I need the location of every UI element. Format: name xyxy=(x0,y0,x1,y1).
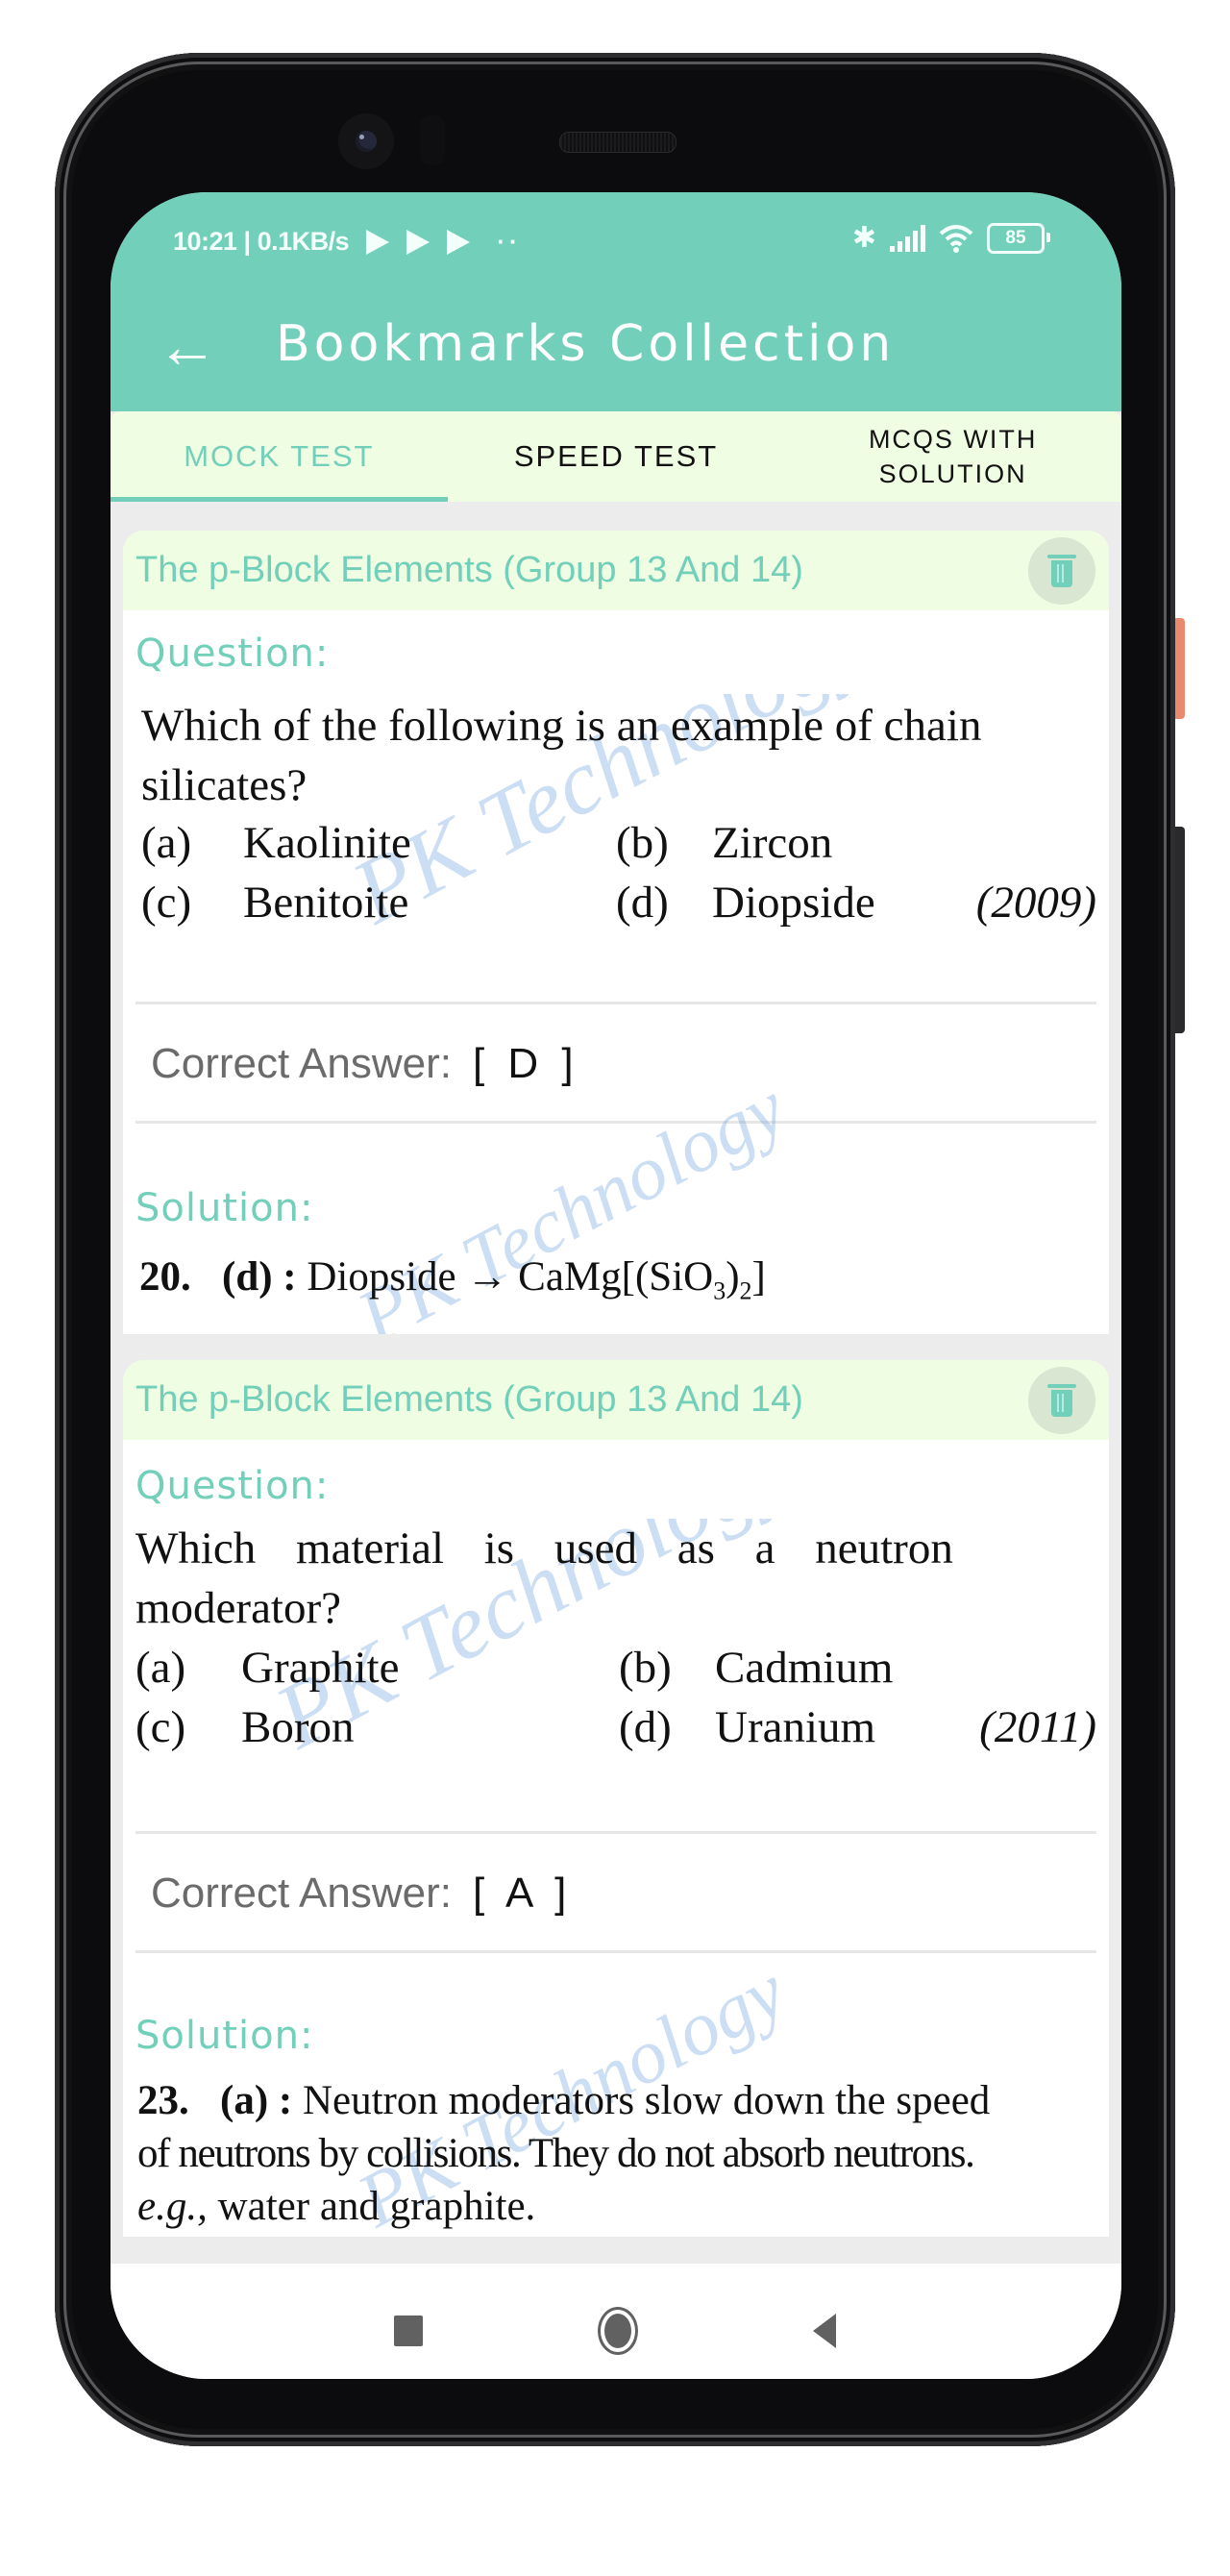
option-d-text: Diopside xyxy=(712,878,875,928)
question-line: moderator? xyxy=(135,1583,342,1633)
correct-answer-label: Correct Answer: xyxy=(151,1040,452,1087)
trash-icon xyxy=(1047,1384,1076,1417)
signal-icon xyxy=(890,225,925,252)
divider xyxy=(135,1121,1096,1124)
screen: 10:21 | 0.1KB/s ·· ✱ 85 ← Bookmarks Coll… xyxy=(111,192,1121,2379)
solution-text-end: ] xyxy=(751,1254,766,1300)
correct-answer-value: [ A ] xyxy=(472,1870,573,1917)
question-image: PK Technology Which of the following is … xyxy=(135,694,1096,969)
option-d-text: Uranium xyxy=(715,1702,876,1752)
home-icon xyxy=(598,2307,638,2355)
divider xyxy=(135,1831,1096,1834)
question-year: (2009) xyxy=(975,878,1096,928)
solution-number: 23. xyxy=(137,2078,189,2123)
more-notifications-icon: ·· xyxy=(497,227,522,256)
option-a-text: Kaolinite xyxy=(243,818,411,868)
app-bar: 10:21 | 0.1KB/s ·· ✱ 85 ← Bookmarks Coll… xyxy=(111,192,1121,411)
solution-line3: water and graphite. xyxy=(217,2184,536,2229)
earpiece-speaker xyxy=(559,132,676,153)
question-image: PK Technology Which material is used as … xyxy=(135,1519,1096,1797)
solution-key: (a) : xyxy=(220,2078,293,2123)
option-c-key: (c) xyxy=(135,1702,186,1752)
recent-apps-button[interactable] xyxy=(380,2302,437,2360)
front-camera-icon xyxy=(338,113,394,169)
battery-icon: 85 xyxy=(987,223,1050,254)
chapter-title: The p-Block Elements (Group 13 And 14) xyxy=(135,1379,803,1420)
correct-answer: Correct Answer: [ D ] xyxy=(151,1040,579,1088)
question-line: Which of the following is an example of … xyxy=(141,701,982,751)
option-a-key: (a) xyxy=(135,1643,186,1693)
card-header: The p-Block Elements (Group 13 And 14) xyxy=(123,531,1109,610)
home-button[interactable] xyxy=(589,2302,647,2360)
tab-speed-test[interactable]: SPEED TEST xyxy=(448,411,785,502)
option-b-key: (b) xyxy=(619,1643,672,1693)
bookmark-list[interactable]: The p-Block Elements (Group 13 And 14) Q… xyxy=(111,502,1121,2264)
option-d-key: (d) xyxy=(619,1702,672,1752)
battery-level: 85 xyxy=(1005,228,1026,248)
option-c-text: Boron xyxy=(241,1702,355,1752)
proximity-sensor xyxy=(420,115,445,165)
option-b-key: (b) xyxy=(616,818,669,868)
status-bar: 10:21 | 0.1KB/s ·· ✱ 85 xyxy=(111,221,1121,260)
play-store-icon xyxy=(447,229,471,255)
question-line: Which material is used as a neutron xyxy=(135,1523,1096,1574)
solution-line2: of neutrons by collisions. They do not a… xyxy=(137,2131,975,2176)
play-store-icon xyxy=(406,229,430,255)
option-a-key: (a) xyxy=(141,818,192,868)
solution-eg: e.g., xyxy=(137,2184,208,2229)
tab-label-line1: MCQS WITH xyxy=(868,425,1038,454)
question-label: Question: xyxy=(135,632,330,676)
question-line-text: Which material is used as a neutron xyxy=(135,1523,953,1573)
solution-label: Solution: xyxy=(135,1186,314,1230)
option-d-key: (d) xyxy=(616,878,669,928)
correct-answer-label: Correct Answer: xyxy=(151,1870,452,1917)
power-button xyxy=(1175,618,1185,719)
wifi-icon xyxy=(939,225,973,253)
correct-answer: Correct Answer: [ A ] xyxy=(151,1870,572,1918)
volume-button xyxy=(1175,827,1185,1033)
question-label: Question: xyxy=(135,1464,330,1508)
chapter-title: The p-Block Elements (Group 13 And 14) xyxy=(135,550,803,590)
system-back-button[interactable] xyxy=(796,2302,853,2360)
recent-apps-icon xyxy=(394,2316,423,2346)
correct-answer-value: [ D ] xyxy=(472,1040,579,1087)
bookmark-card: The p-Block Elements (Group 13 And 14) Q… xyxy=(123,1360,1109,2237)
divider xyxy=(135,1002,1096,1004)
option-a-text: Graphite xyxy=(241,1643,400,1693)
solution-number: 20. xyxy=(139,1254,191,1300)
bluetooth-icon: ✱ xyxy=(851,222,876,254)
status-time-speed: 10:21 | 0.1KB/s xyxy=(173,227,350,256)
trash-icon xyxy=(1047,555,1076,587)
solution-image: PK Technology 23. (a) : Neutron moderato… xyxy=(135,1948,1096,2237)
option-c-text: Benitoite xyxy=(243,878,409,928)
tab-bar: MOCK TEST SPEED TEST MCQS WITH SOLUTION xyxy=(111,411,1121,502)
card-header: The p-Block Elements (Group 13 And 14) xyxy=(123,1360,1109,1440)
tab-label-line2: SOLUTION xyxy=(878,459,1027,488)
back-triangle-icon xyxy=(813,2314,836,2348)
option-b-text: Cadmium xyxy=(715,1643,894,1693)
delete-bookmark-button[interactable] xyxy=(1028,1367,1095,1434)
subscript: 3 xyxy=(713,1276,726,1305)
solution-line1: Neutron moderators slow down the speed xyxy=(302,2078,991,2123)
solution-image: PK Technology 20. (d) : Diopside → CaMg[… xyxy=(135,1065,1096,1334)
delete-bookmark-button[interactable] xyxy=(1028,537,1095,605)
play-store-icon xyxy=(366,229,390,255)
solution-text: Diopside → CaMg[(SiO xyxy=(307,1254,714,1300)
option-c-key: (c) xyxy=(141,878,192,928)
option-b-text: Zircon xyxy=(712,818,833,868)
tab-mock-test[interactable]: MOCK TEST xyxy=(111,411,448,502)
solution-key: (d) : xyxy=(222,1254,297,1300)
question-year: (2011) xyxy=(979,1702,1096,1752)
subscript: 2 xyxy=(739,1276,752,1305)
tab-mcqs-with-solution[interactable]: MCQS WITH SOLUTION xyxy=(784,411,1121,502)
back-arrow-icon[interactable]: ← xyxy=(149,315,226,377)
divider xyxy=(135,1950,1096,1953)
bookmark-card: The p-Block Elements (Group 13 And 14) Q… xyxy=(123,531,1109,1334)
page-title: Bookmarks Collection xyxy=(276,315,896,373)
solution-text-mid: ) xyxy=(726,1254,740,1300)
system-nav-bar xyxy=(111,2264,1121,2379)
solution-label: Solution: xyxy=(135,2014,314,2058)
question-line: silicates? xyxy=(141,760,308,810)
